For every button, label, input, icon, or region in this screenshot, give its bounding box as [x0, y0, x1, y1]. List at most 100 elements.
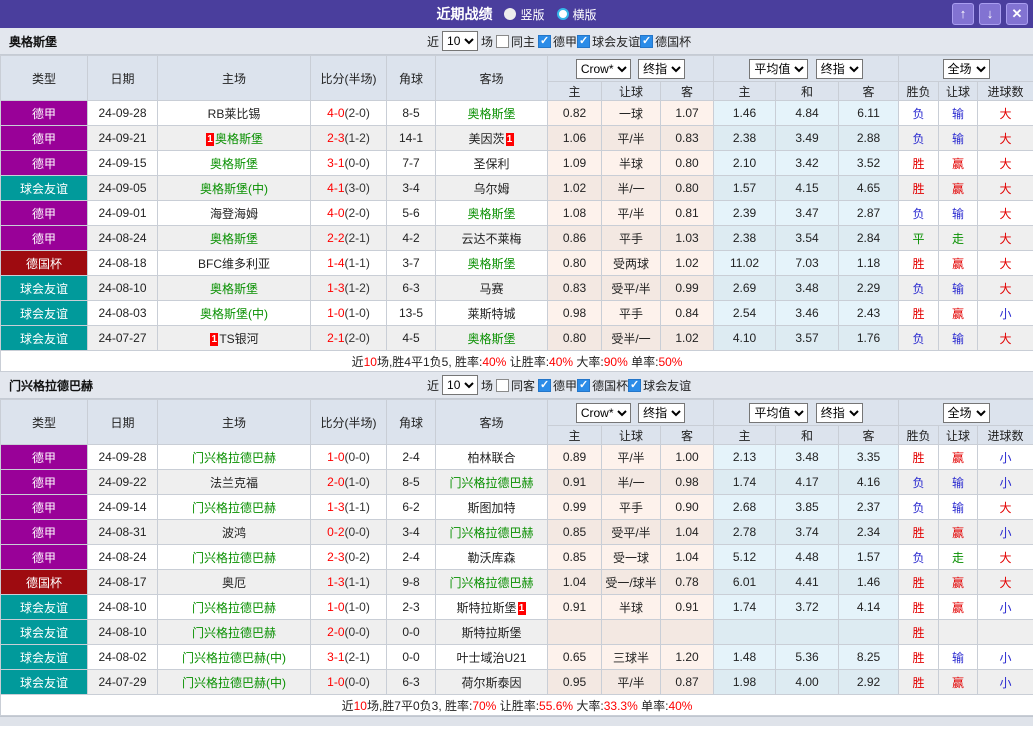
score: 2-0(1-0) [311, 470, 387, 495]
match-row: 德甲24-09-01海登海姆4-0(2-0)5-6奥格斯堡1.08平/半0.81… [1, 201, 1033, 226]
checkbox-icon[interactable] [496, 35, 509, 48]
league-filter[interactable]: 球会友谊 [577, 33, 640, 50]
average-select[interactable]: 平均值 [749, 59, 808, 79]
view-vertical-radio[interactable]: 竖版 [504, 6, 544, 23]
result-goals: 小 [978, 470, 1033, 495]
avg-away-odds: 4.14 [839, 595, 899, 620]
same-venue-label: 同客 [511, 377, 535, 394]
average-select[interactable]: 平均值 [749, 403, 808, 423]
away-team: 叶士域治U21 [436, 645, 548, 670]
league-filter[interactable]: 德国杯 [640, 33, 691, 50]
checkbox-icon[interactable] [538, 379, 551, 392]
avg-away-odds: 2.88 [839, 126, 899, 151]
col-crow-handicap: 让球 [602, 426, 661, 445]
avg-draw-odds: 3.48 [776, 276, 839, 301]
home-team: 奥格斯堡 [158, 226, 311, 251]
checkbox-icon[interactable] [640, 35, 653, 48]
recent-count-select[interactable]: 10 [442, 375, 478, 395]
score: 2-3(1-2) [311, 126, 387, 151]
match-date: 24-08-17 [88, 570, 158, 595]
match-date: 24-09-28 [88, 445, 158, 470]
result-goals: 大 [978, 126, 1033, 151]
window-title: 近期战绩 [436, 4, 492, 24]
move-down-button[interactable]: ↓ [979, 3, 1001, 25]
result-handicap: 走 [939, 545, 978, 570]
checkbox-icon[interactable] [577, 379, 590, 392]
checkbox-icon[interactable] [577, 35, 590, 48]
result-goals: 小 [978, 445, 1033, 470]
scope-select[interactable]: 全场 [943, 59, 990, 79]
radio-icon[interactable] [557, 8, 569, 20]
odds-time-select[interactable]: 终指 [638, 59, 685, 79]
result-goals: 大 [978, 276, 1033, 301]
summary-text: 大率: [573, 355, 604, 369]
home-team: 奥格斯堡 [158, 276, 311, 301]
summary-text: 单率: [628, 355, 659, 369]
col-avg-home: 主 [714, 82, 776, 101]
result-goals: 大 [978, 545, 1033, 570]
avg-home-odds: 1.57 [714, 176, 776, 201]
view-horizontal-radio[interactable]: 横版 [557, 6, 597, 23]
checkbox-icon[interactable] [538, 35, 551, 48]
home-team: 门兴格拉德巴赫 [158, 620, 311, 645]
crow-home-odds: 0.65 [548, 645, 602, 670]
away-team: 门兴格拉德巴赫 [436, 570, 548, 595]
bottom-strip [0, 716, 1033, 726]
home-team: 海登海姆 [158, 201, 311, 226]
avg-home-odds: 2.39 [714, 201, 776, 226]
scope-select[interactable]: 全场 [943, 403, 990, 423]
league-filter[interactable]: 球会友谊 [628, 377, 691, 394]
crow-home-odds: 1.08 [548, 201, 602, 226]
col-avg-draw: 和 [776, 82, 839, 101]
summary-text: 让胜率: [496, 699, 539, 713]
avg-time-select[interactable]: 终指 [816, 59, 863, 79]
title-bar: 近期战绩 竖版 横版 ↑ ↓ ✕ [0, 0, 1033, 28]
home-team-name: 奥格斯堡 [9, 33, 57, 50]
league-filter[interactable]: 德甲 [538, 377, 577, 394]
bookmaker-select[interactable]: Crow* [576, 403, 631, 423]
result-handicap: 赢 [939, 670, 978, 695]
crow-away-odds: 0.91 [661, 595, 714, 620]
col-type: 类型 [1, 400, 88, 445]
same-venue-filter[interactable]: 同主 [496, 33, 535, 50]
avg-home-odds: 2.54 [714, 301, 776, 326]
same-venue-filter[interactable]: 同客 [496, 377, 535, 394]
crow-handicap: 半球 [602, 595, 661, 620]
crow-away-odds: 1.02 [661, 326, 714, 351]
crow-away-odds: 0.99 [661, 276, 714, 301]
crow-home-odds: 0.80 [548, 326, 602, 351]
recent-count-select[interactable]: 10 [442, 31, 478, 51]
match-date: 24-08-24 [88, 545, 158, 570]
result-outcome: 胜 [899, 301, 939, 326]
bookmaker-select[interactable]: Crow* [576, 59, 631, 79]
league-badge: 德甲 [1, 126, 88, 151]
result-outcome: 胜 [899, 620, 939, 645]
checkbox-icon[interactable] [628, 379, 641, 392]
close-button[interactable]: ✕ [1006, 3, 1028, 25]
score: 1-0(1-0) [311, 595, 387, 620]
avg-time-select[interactable]: 终指 [816, 403, 863, 423]
move-up-button[interactable]: ↑ [952, 3, 974, 25]
result-goals: 小 [978, 645, 1033, 670]
result-outcome: 负 [899, 201, 939, 226]
result-handicap: 输 [939, 276, 978, 301]
crow-handicap [602, 620, 661, 645]
avg-away-odds: 6.11 [839, 101, 899, 126]
crow-home-odds: 0.91 [548, 595, 602, 620]
league-filter[interactable]: 德甲 [538, 33, 577, 50]
odds-time-select[interactable]: 终指 [638, 403, 685, 423]
avg-away-odds: 2.87 [839, 201, 899, 226]
red-card-icon: 1 [506, 133, 514, 146]
result-handicap: 输 [939, 326, 978, 351]
checkbox-icon[interactable] [496, 379, 509, 392]
col-handicap-result: 让球 [939, 82, 978, 101]
avg-away-odds: 3.35 [839, 445, 899, 470]
corners: 13-5 [387, 301, 436, 326]
radio-icon[interactable] [504, 8, 516, 20]
league-filter[interactable]: 德国杯 [577, 377, 628, 394]
result-outcome: 胜 [899, 520, 939, 545]
away-team: 奥格斯堡 [436, 101, 548, 126]
match-row: 球会友谊24-08-10奥格斯堡1-3(1-2)6-3马赛0.83受平/半0.9… [1, 276, 1033, 301]
away-team: 柏林联合 [436, 445, 548, 470]
match-date: 24-08-10 [88, 620, 158, 645]
